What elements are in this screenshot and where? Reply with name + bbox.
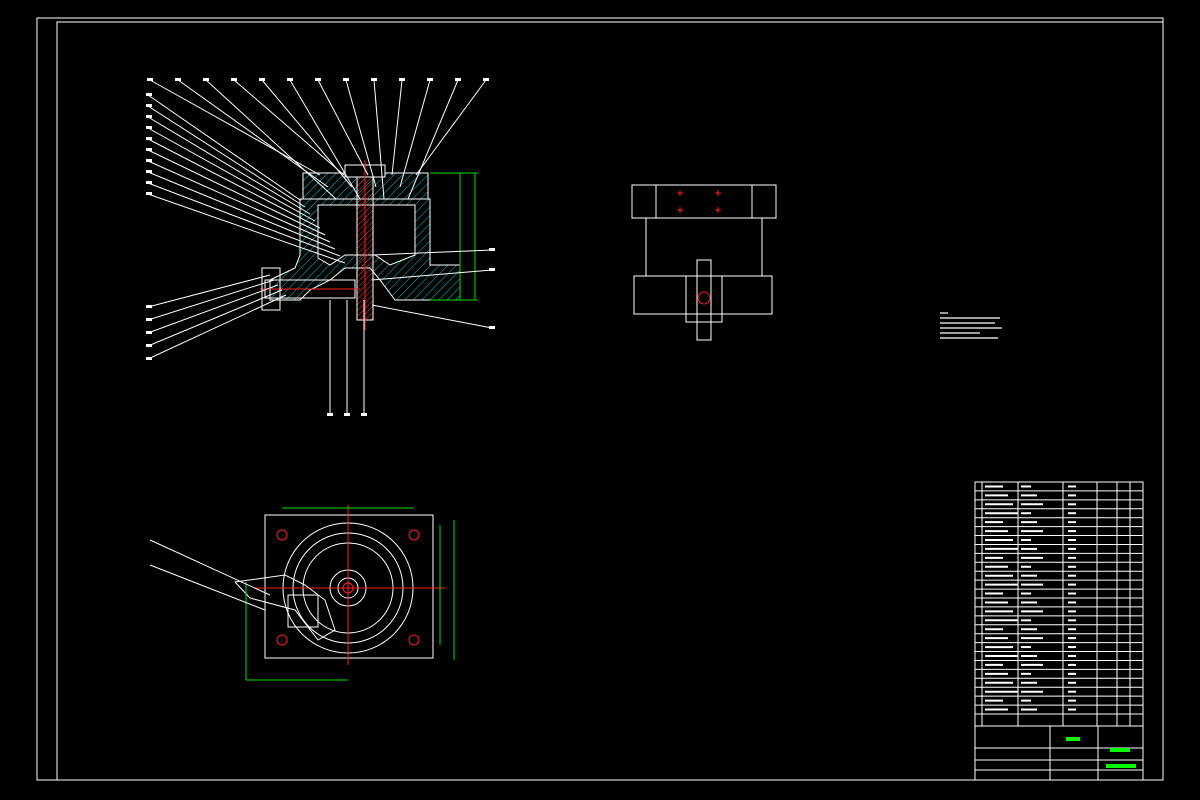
- plan-leader-1: [149, 539, 271, 596]
- tb-green-mark-2: [1110, 748, 1130, 752]
- plan-base-plate: [264, 514, 434, 659]
- balloon-top-5: [259, 78, 265, 81]
- balloon-top-11: [427, 78, 433, 81]
- balloon-right-2: [489, 268, 495, 271]
- balloon-right-3: [489, 326, 495, 329]
- balloon-top-13: [483, 78, 489, 81]
- side-clamp: [685, 275, 723, 323]
- leader-left-1: [147, 94, 301, 201]
- balloon-left-3: [146, 115, 152, 118]
- leader-top-11: [399, 79, 431, 188]
- balloon-bottom-3: [361, 413, 367, 416]
- balloon-left-5: [146, 137, 152, 140]
- leader-left-3: [147, 116, 311, 215]
- balloon-lowerleft-3: [146, 331, 152, 334]
- balloon-left-10: [146, 192, 152, 195]
- side-screw: [696, 259, 712, 341]
- title-block: [974, 713, 1144, 781]
- leader-lowerleft-2: [147, 279, 275, 321]
- balloon-top-2: [175, 78, 181, 81]
- plan-bolt-hole-br: [408, 634, 420, 646]
- balloon-top-8: [343, 78, 349, 81]
- balloon-top-9: [371, 78, 377, 81]
- balloon-left-6: [146, 148, 152, 151]
- section-view: [146, 78, 495, 416]
- leader-top-12: [407, 79, 459, 200]
- plan-bolt-hole-tr: [408, 529, 420, 541]
- side-view: [631, 184, 777, 341]
- leader-left-4: [147, 127, 316, 222]
- balloon-top-10: [399, 78, 405, 81]
- balloon-bottom-1: [327, 413, 333, 416]
- tb-green-mark-1: [1066, 737, 1080, 741]
- balloon-lowerleft-2: [146, 318, 152, 321]
- balloon-bottom-2: [344, 413, 350, 416]
- leader-top-7: [317, 79, 369, 176]
- cad-drawing-canvas: [36, 17, 1164, 781]
- balloon-top-12: [455, 78, 461, 81]
- tb-green-mark-3: [1106, 764, 1136, 768]
- balloon-left-4: [146, 126, 152, 129]
- balloon-left-2: [146, 104, 152, 107]
- balloon-top-7: [315, 78, 321, 81]
- balloon-lowerleft-4: [146, 344, 152, 347]
- leader-left-5: [147, 138, 321, 229]
- balloon-top-1: [147, 78, 153, 81]
- balloon-top-6: [287, 78, 293, 81]
- balloon-left-7: [146, 159, 152, 162]
- sheet-inner-border: [56, 21, 1164, 781]
- top-plan-view: [149, 505, 455, 681]
- balloon-top-3: [203, 78, 209, 81]
- balloon-left-1: [146, 93, 152, 96]
- plan-bolt-hole-tl: [276, 529, 288, 541]
- side-body: [645, 217, 763, 277]
- side-base: [633, 275, 773, 315]
- leader-right-3: [371, 304, 493, 329]
- side-bolt-marks: [677, 190, 721, 213]
- leader-top-4: [233, 79, 345, 176]
- plan-bolt-hole-bl: [276, 634, 288, 646]
- side-top-plate: [631, 184, 777, 219]
- parts-list: [974, 481, 1144, 726]
- leader-top-5: [261, 79, 353, 188]
- technical-notes: [940, 312, 1002, 339]
- leader-top-10: [391, 79, 403, 176]
- balloon-right-1: [489, 248, 495, 251]
- balloon-left-9: [146, 181, 152, 184]
- balloon-lowerleft-1: [146, 305, 152, 308]
- leader-lowerleft-5: [147, 294, 287, 360]
- plan-clamp-arm: [233, 574, 336, 641]
- balloon-left-8: [146, 170, 152, 173]
- plan-leader-2: [149, 564, 266, 611]
- leader-lowerleft-3: [147, 284, 279, 334]
- side-center-mark: [697, 291, 711, 305]
- balloon-lowerleft-5: [146, 357, 152, 360]
- leader-top-3: [205, 79, 337, 200]
- balloon-top-4: [231, 78, 237, 81]
